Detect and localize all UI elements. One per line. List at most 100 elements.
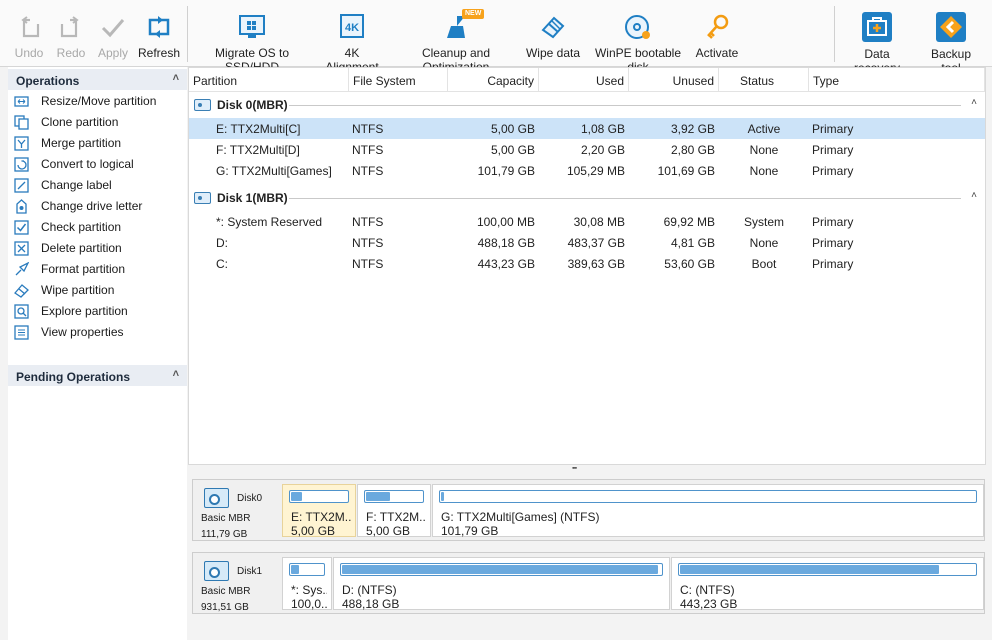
panel-splitter[interactable]: '''''''' [572, 466, 577, 475]
operations-header[interactable]: Operations ˄ [8, 69, 187, 90]
partition-block[interactable]: F: TTX2M... 5,00 GB [357, 484, 431, 538]
wipe-icon [14, 283, 29, 298]
disk-title: Disk 1(MBR) [217, 191, 288, 205]
cell-unused: 2,80 GB [670, 143, 715, 157]
collapse-chevron-icon[interactable]: ˄ [971, 97, 977, 108]
table-row[interactable]: *: System Reserved NTFS 100,00 MB 30,08 MB 6… [189, 211, 985, 232]
collapse-chevron-icon[interactable]: ˄ [173, 72, 179, 84]
column-header-used[interactable]: Used [539, 68, 629, 92]
column-header-partition[interactable]: Partition [189, 68, 349, 92]
clone-icon [14, 115, 29, 130]
migrate-os-button[interactable]: Migrate OS to SSD/HDD [192, 8, 312, 74]
partition-block[interactable]: D: (NTFS) 488,18 GB [333, 557, 670, 611]
cell-used: 389,63 GB [567, 257, 625, 271]
apply-button[interactable]: Apply [94, 8, 132, 64]
partition-name: *: Sys... [291, 583, 327, 597]
disk-map: Disk0 Basic MBR 111,79 GB E: TTX2M... 5,00 G… [192, 479, 985, 541]
operation-item[interactable]: Clone partition [8, 112, 187, 133]
backup-tool-button[interactable]: Backup tool [920, 5, 982, 75]
cell-capacity: 100,00 MB [476, 215, 535, 229]
table-row[interactable]: D: NTFS 488,18 GB 483,37 GB 4,81 GB None Prima… [189, 232, 985, 253]
pending-operations-header[interactable]: Pending Operations ˄ [8, 365, 187, 386]
partition-table: Partition File System Capacity Used Unus… [188, 67, 986, 465]
broom-icon: NEW [443, 9, 485, 40]
operation-item[interactable]: View properties [8, 322, 187, 343]
operation-item[interactable]: Merge partition [8, 133, 187, 154]
operation-item[interactable]: Convert to logical [8, 154, 187, 175]
eraser-icon [540, 14, 566, 40]
undo-button[interactable]: Undo [10, 8, 48, 64]
operation-label: Clone partition [41, 115, 119, 129]
data-recovery-button[interactable]: Data recovery [840, 5, 914, 75]
check-icon [14, 220, 29, 235]
table-row[interactable]: C: NTFS 443,23 GB 389,63 GB 53,60 GB Boot Prim… [189, 253, 985, 274]
operation-item[interactable]: Change drive letter [8, 196, 187, 217]
cell-type: Primary [812, 143, 854, 157]
partition-block[interactable]: C: (NTFS) 443,23 GB [671, 557, 984, 611]
disk-group-header[interactable]: Disk 1(MBR) ˄ [189, 186, 985, 208]
operation-item[interactable]: Resize/Move partition [8, 91, 187, 112]
divider [289, 198, 961, 199]
table-row[interactable]: F: TTX2Multi[D] NTFS 5,00 GB 2,20 GB 2,80 GB… [189, 139, 985, 160]
cell-unused: 101,69 GB [657, 164, 715, 178]
partition-name: F: TTX2M... [366, 510, 426, 524]
cell-capacity: 101,79 GB [477, 164, 535, 178]
usage-bar [364, 490, 424, 503]
partition-block[interactable]: *: Sys...100,0... [282, 557, 332, 611]
collapse-chevron-icon[interactable]: ˄ [971, 190, 977, 201]
wipe-data-button[interactable]: Wipe data [525, 8, 581, 64]
cell-capacity: 488,18 GB [477, 236, 535, 250]
operation-item[interactable]: Format partition [8, 259, 187, 280]
column-header-type[interactable]: Type [809, 68, 985, 92]
operation-item[interactable]: Explore partition [8, 301, 187, 322]
cell-status: None [749, 236, 779, 250]
column-header-status[interactable]: Status [719, 68, 809, 92]
partition-block[interactable]: G: TTX2Multi[Games] (NTFS) 101,79 GB [432, 484, 984, 538]
operation-item[interactable]: Delete partition [8, 238, 187, 259]
activate-button[interactable]: Activate [694, 8, 740, 64]
operation-label: Explore partition [41, 304, 128, 318]
apply-checkmark-icon [100, 14, 126, 40]
disk-info[interactable]: Disk0 Basic MBR 111,79 GB [193, 480, 279, 540]
disk-group-header[interactable]: Disk 0(MBR) ˄ [189, 93, 985, 115]
disk-icon [194, 192, 211, 204]
column-header-capacity[interactable]: Capacity [448, 68, 539, 92]
disk-icon [194, 99, 211, 111]
operation-item[interactable]: Wipe partition [8, 280, 187, 301]
cell-type: Primary [812, 215, 854, 229]
redo-button[interactable]: Redo [52, 8, 90, 64]
left-panel: Operations ˄ Resize/Move partition Clone … [8, 67, 187, 640]
redo-icon [58, 14, 84, 40]
table-row[interactable]: E: TTX2Multi[C] NTFS 5,00 GB 1,08 GB 3,92 GB… [189, 118, 985, 139]
cell-type: Primary [812, 236, 854, 250]
table-row[interactable]: G: TTX2Multi[Games] NTFS 101,79 GB 105,29 M… [189, 160, 985, 181]
partition-name: C: (NTFS) [680, 583, 735, 597]
refresh-button[interactable]: Refresh [136, 8, 182, 64]
usage-bar [289, 490, 349, 503]
disk-info[interactable]: Disk1 Basic MBR 931,51 GB [193, 553, 279, 613]
collapse-chevron-icon[interactable]: ˄ [173, 368, 179, 380]
operation-item[interactable]: Check partition [8, 217, 187, 238]
cell-used: 2,20 GB [580, 143, 625, 157]
cell-status: None [749, 164, 779, 178]
resize-icon [14, 94, 29, 109]
new-badge: NEW [462, 9, 485, 19]
column-header-file-system[interactable]: File System [349, 68, 448, 92]
cell-used: 30,08 MB [573, 215, 625, 229]
activate-label: Activate [695, 46, 739, 60]
operation-label: Convert to logical [41, 157, 134, 171]
cleanup-optimization-button[interactable]: NEW Cleanup and Optimization [392, 8, 520, 74]
delete-icon [14, 241, 29, 256]
operation-item[interactable]: Change label [8, 175, 187, 196]
4k-alignment-button[interactable]: 4K 4K Alignment [318, 8, 386, 74]
operation-label: Check partition [41, 220, 122, 234]
partition-block[interactable]: E: TTX2M... 5,00 GB [282, 484, 356, 538]
column-header-unused[interactable]: Unused [629, 68, 719, 92]
partition-size: 101,79 GB [441, 524, 499, 538]
migrate-os-icon [239, 14, 265, 40]
cell-unused: 53,60 GB [664, 257, 715, 271]
disk-map-size: 111,79 GB [201, 529, 248, 540]
disk-map-name: Disk1 [237, 566, 263, 577]
winpe-bootable-button[interactable]: WinPE bootable disk [587, 8, 689, 74]
cell-used: 1,08 GB [580, 122, 625, 136]
